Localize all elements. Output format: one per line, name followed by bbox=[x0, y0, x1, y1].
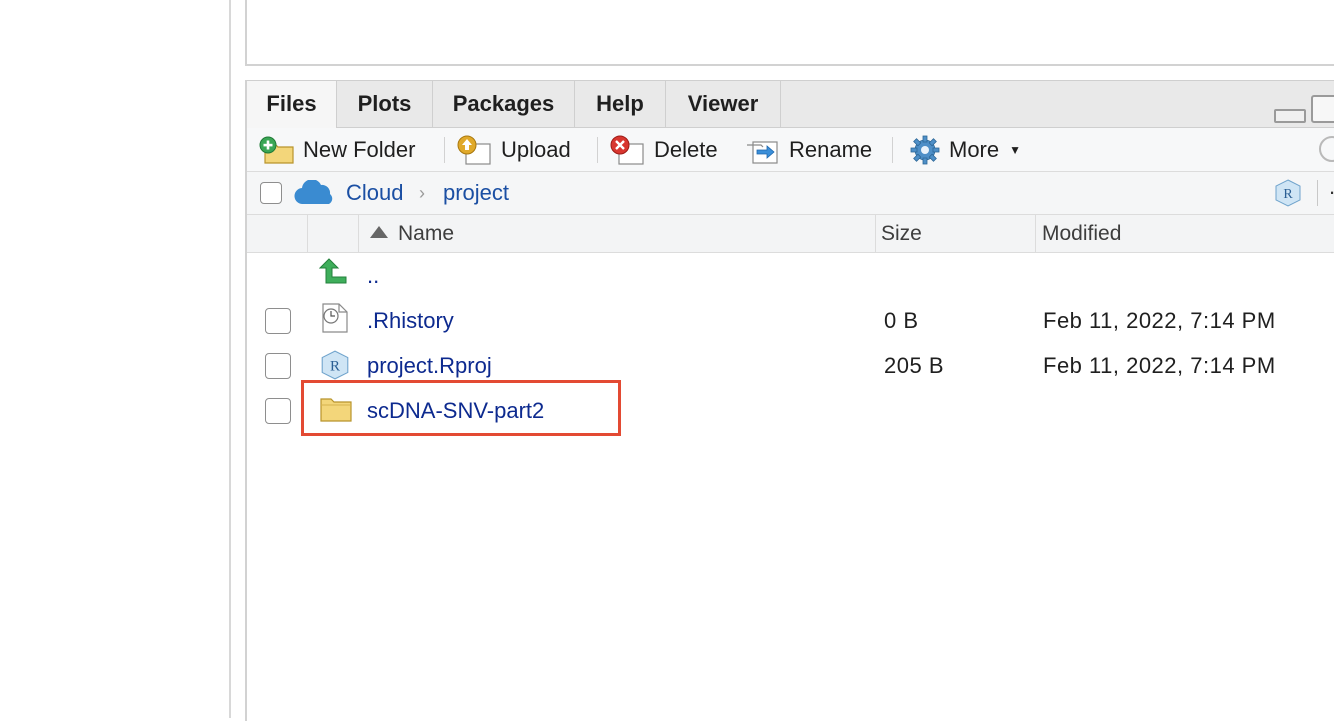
overflow-icon[interactable]: . bbox=[1329, 174, 1334, 200]
file-size: 205 B bbox=[884, 353, 944, 378]
column-name[interactable]: Name bbox=[398, 215, 454, 252]
rename-icon bbox=[745, 135, 781, 165]
row-checkbox[interactable] bbox=[265, 353, 291, 379]
rproject-icon[interactable]: R bbox=[1273, 178, 1303, 213]
delete-button[interactable]: Delete bbox=[610, 128, 718, 171]
svg-text:R: R bbox=[330, 358, 340, 374]
breadcrumb-separator-icon: › bbox=[419, 183, 425, 203]
maximize-pane-icon[interactable] bbox=[1311, 95, 1334, 123]
file-modified: Feb 11, 2022, 7:14 PM bbox=[1043, 308, 1276, 333]
files-toolbar: New Folder Upload Delete Rename More ▼ bbox=[247, 128, 1334, 172]
more-menu-button[interactable]: More ▼ bbox=[909, 128, 1021, 171]
file-table-header: Name Size Modified bbox=[247, 215, 1334, 253]
new-folder-label: New Folder bbox=[303, 136, 416, 162]
sort-ascending-icon bbox=[369, 215, 389, 252]
new-folder-icon bbox=[259, 136, 295, 164]
upload-label: Upload bbox=[501, 136, 571, 162]
column-size[interactable]: Size bbox=[881, 215, 922, 252]
breadcrumb-project[interactable]: project bbox=[443, 172, 509, 214]
svg-text:R: R bbox=[1283, 187, 1293, 202]
select-all-checkbox[interactable] bbox=[260, 182, 282, 204]
upload-button[interactable]: Upload bbox=[457, 128, 571, 171]
table-row[interactable]: .. bbox=[247, 253, 1334, 298]
table-row[interactable]: .Rhistory 0 B Feb 11, 2022, 7:14 PM bbox=[247, 298, 1334, 343]
tab-help[interactable]: Help bbox=[575, 81, 666, 127]
rename-label: Rename bbox=[789, 136, 873, 162]
tab-plots[interactable]: Plots bbox=[337, 81, 433, 127]
file-modified: Feb 11, 2022, 7:14 PM bbox=[1043, 353, 1276, 378]
file-name-link[interactable]: .Rhistory bbox=[367, 298, 454, 343]
pane-tabbar: Files Plots Packages Help Viewer bbox=[247, 81, 1334, 128]
row-checkbox[interactable] bbox=[265, 308, 291, 334]
minimize-pane-icon[interactable] bbox=[1274, 109, 1306, 123]
file-size: 0 B bbox=[884, 308, 919, 333]
upload-icon bbox=[457, 135, 493, 165]
column-modified[interactable]: Modified bbox=[1042, 215, 1121, 252]
tab-files[interactable]: Files bbox=[247, 81, 337, 128]
breadcrumb-cloud[interactable]: Cloud bbox=[346, 172, 403, 214]
parent-directory-icon bbox=[318, 257, 351, 292]
rename-button[interactable]: Rename bbox=[745, 128, 872, 171]
breadcrumb: Cloud › project R . bbox=[247, 172, 1334, 215]
tab-viewer[interactable]: Viewer bbox=[666, 81, 781, 127]
delete-label: Delete bbox=[654, 136, 718, 162]
new-folder-button[interactable]: New Folder bbox=[259, 128, 415, 171]
cloud-icon bbox=[293, 179, 335, 211]
gear-icon bbox=[909, 134, 941, 166]
left-pane bbox=[0, 0, 229, 718]
file-name-link[interactable]: .. bbox=[367, 253, 379, 298]
highlight-box bbox=[301, 380, 621, 436]
upper-pane bbox=[245, 0, 1334, 66]
refresh-icon[interactable] bbox=[1319, 136, 1334, 162]
delete-icon bbox=[610, 135, 646, 165]
more-label: More bbox=[949, 136, 1000, 162]
row-checkbox[interactable] bbox=[265, 398, 291, 424]
history-file-icon bbox=[319, 302, 351, 339]
tab-packages[interactable]: Packages bbox=[433, 81, 575, 127]
chevron-down-icon: ▼ bbox=[1009, 142, 1022, 157]
